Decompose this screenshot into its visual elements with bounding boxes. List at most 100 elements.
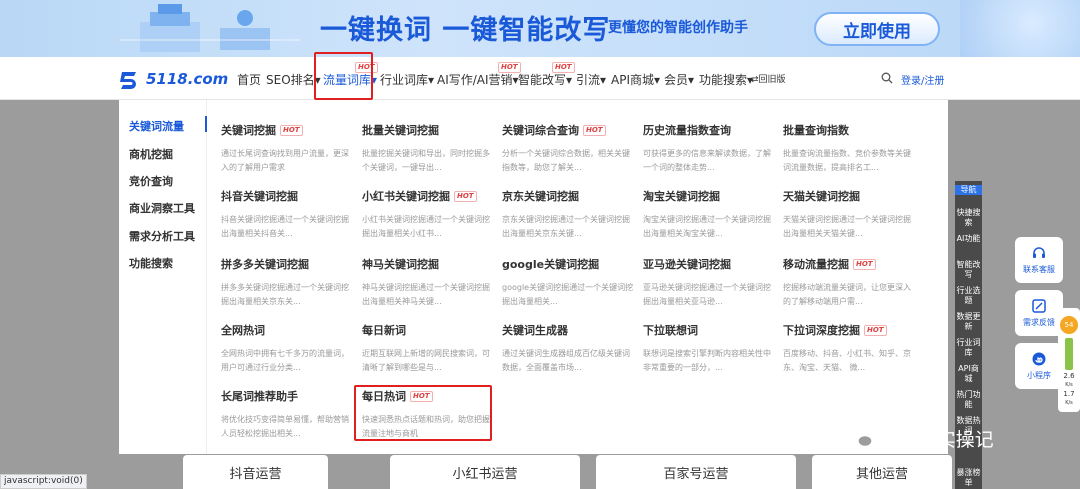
tab-other-ops[interactable]: 其他运营 bbox=[812, 455, 952, 489]
sidebar-item-business-insight[interactable]: 商业洞察工具 bbox=[129, 200, 195, 216]
nav-membership[interactable]: 会员▾ bbox=[664, 71, 694, 88]
hot-badge: HOT bbox=[454, 190, 477, 202]
tool-card[interactable]: google关键词挖掘 google关键词挖掘通过一个关键词挖掘出海量相关... bbox=[502, 256, 634, 309]
rail-item-surge[interactable]: 暴涨榜单 bbox=[955, 468, 982, 488]
rail-item-industry[interactable]: 行业词库 bbox=[955, 338, 982, 358]
mini-program-button[interactable]: 小程序 bbox=[1015, 343, 1063, 389]
tool-title: 批量关键词挖掘 bbox=[362, 124, 439, 137]
nav-home[interactable]: 首页 bbox=[237, 71, 261, 88]
rail-item-nav[interactable]: 导航 bbox=[955, 185, 982, 195]
sidebar-item-feature-search[interactable]: 功能搜索 bbox=[129, 255, 173, 271]
traffic-keywords-dropdown: 关键词流量 商机挖掘 竞价查询 商业洞察工具 需求分析工具 功能搜索 关键词挖掘… bbox=[119, 100, 948, 454]
hot-badge: HOT bbox=[583, 124, 606, 136]
nav-api-mall[interactable]: API商城▾ bbox=[611, 71, 660, 88]
highlight-box-nav bbox=[314, 52, 373, 100]
tool-card[interactable]: 下拉词深度挖掘 HOT 百度移动、抖音、小红书、知乎、京东、淘宝、天猫、 微... bbox=[783, 322, 915, 375]
hot-badge: HOT bbox=[280, 124, 303, 136]
tool-title: 拼多多关键词挖掘 bbox=[221, 258, 309, 271]
tool-card[interactable]: 天猫关键词挖掘 天猫关键词挖掘通过一个关键词挖掘出海量相关天猫关键... bbox=[783, 188, 915, 241]
service-label: 联系客服 bbox=[1023, 265, 1055, 274]
site-logo[interactable]: 5118.com bbox=[118, 67, 228, 91]
tool-desc: 亚马逊关键词挖掘通过一个关键词挖掘出海量相关亚马逊... bbox=[643, 283, 771, 306]
nav-old-version[interactable]: ⇄回旧版 bbox=[751, 72, 786, 85]
nav-seo-rank[interactable]: SEO排名▾ bbox=[266, 71, 321, 88]
tool-desc: 挖掘移动端流量关键词，让您更深入的了解移动端用户需... bbox=[783, 283, 911, 306]
sidebar-item-opportunity-mining[interactable]: 商机挖掘 bbox=[129, 146, 173, 162]
download-speed: 1.7 bbox=[1063, 390, 1075, 398]
rail-item-api[interactable]: API商城 bbox=[955, 364, 982, 384]
tool-desc: 批量查询流量指数、竞价参数等关键词流量数据，提高排名工... bbox=[783, 149, 911, 172]
tool-desc: 京东关键词挖掘通过一个关键词挖掘出海量相关京东关键... bbox=[502, 215, 630, 238]
tool-title: 京东关键词挖掘 bbox=[502, 190, 579, 203]
tool-card[interactable]: 历史流量指数查询 可获得更多的信息来解读数据，了解一个词的整体走势... bbox=[643, 122, 775, 175]
feedback-button[interactable]: 需求反馈 bbox=[1015, 290, 1063, 336]
tool-title: 下拉联想词 bbox=[643, 324, 698, 337]
tool-desc: 近期互联网上新增的网民搜索词，可清晰了解到哪些是与... bbox=[362, 349, 490, 372]
wechat-watermark: 赤辰AI实操记 bbox=[848, 425, 994, 452]
use-now-button[interactable]: 立即使用 bbox=[814, 12, 940, 46]
nav-feature-search[interactable]: 功能搜索▾ bbox=[699, 71, 753, 88]
tool-card[interactable]: 关键词综合查询 HOT 分析一个关键词综合数据，相关关键指数等，助您了解关... bbox=[502, 122, 634, 175]
tool-title: 长尾词推荐助手 bbox=[221, 390, 298, 403]
tool-card[interactable]: 关键词生成器 通过关键词生成器组成百亿级关键词数据，全面覆盖市场... bbox=[502, 322, 634, 375]
tool-title: 亚马逊关键词挖掘 bbox=[643, 258, 731, 271]
watermark-text: 赤辰AI实操记 bbox=[880, 429, 994, 451]
logo-text: 5118.com bbox=[146, 70, 229, 88]
tool-card[interactable]: 关键词挖掘 HOT 通过长尾词查询找到用户流量，更深入的了解用户需求 bbox=[221, 122, 353, 175]
sidebar-item-bid-query[interactable]: 竞价查询 bbox=[129, 173, 173, 189]
speed-percent: 54 bbox=[1060, 316, 1078, 334]
tool-desc: 将优化技巧变得简单易懂，帮助营销人员轻松挖掘出相关... bbox=[221, 415, 349, 438]
promo-banner[interactable]: 一键换词 一键智能改写 更懂您的智能创作助手 立即使用 bbox=[0, 0, 1080, 57]
logo-mark-icon bbox=[120, 72, 136, 89]
rail-item-topics[interactable]: 行业选题 bbox=[955, 286, 982, 306]
miniprogram-icon bbox=[1032, 352, 1046, 366]
feedback-icon bbox=[1032, 299, 1046, 313]
nav-smart-rewrite[interactable]: 智能改写▾ bbox=[518, 71, 572, 88]
tool-card[interactable]: 抖音关键词挖掘 抖音关键词挖掘通过一个关键词挖掘出海量相关抖音关... bbox=[221, 188, 353, 241]
tab-douyin-ops[interactable]: 抖音运营 bbox=[183, 455, 328, 489]
tool-card[interactable]: 下拉联想词 联想词是搜索引擎判断内容相关性中非常重要的一部分，... bbox=[643, 322, 775, 375]
tool-title: 每日新词 bbox=[362, 324, 406, 337]
tool-card[interactable]: 移动流量挖掘 HOT 挖掘移动端流量关键词，让您更深入的了解移动端用户需... bbox=[783, 256, 915, 309]
tool-card[interactable]: 每日新词 近期互联网上新增的网民搜索词，可清晰了解到哪些是与... bbox=[362, 322, 494, 375]
rail-item-rewrite[interactable]: 智能改写 bbox=[955, 260, 982, 280]
tool-desc: 分析一个关键词综合数据，相关关键指数等，助您了解关... bbox=[502, 149, 630, 172]
tool-card[interactable]: 批量查询指数 批量查询流量指数、竞价参数等关键词流量数据，提高排名工... bbox=[783, 122, 915, 175]
rail-item-updates[interactable]: 数据更新 bbox=[955, 312, 982, 332]
tool-card[interactable]: 京东关键词挖掘 京东关键词挖掘通过一个关键词挖掘出海量相关京东关键... bbox=[502, 188, 634, 241]
highlight-box-daily-hot bbox=[354, 385, 492, 441]
customer-service-button[interactable]: 联系客服 bbox=[1015, 237, 1063, 283]
sidebar-active-indicator bbox=[205, 116, 207, 132]
tool-title: 移动流量挖掘 bbox=[783, 258, 849, 271]
tool-card[interactable]: 全网热词 全网热词中拥有七千多万的流量词，用户可通过行业分类... bbox=[221, 322, 353, 375]
tool-title: 关键词综合查询 bbox=[502, 124, 579, 137]
tool-title: 天猫关键词挖掘 bbox=[783, 190, 860, 203]
nav-ai-writing[interactable]: AI写作/AI营销▾ bbox=[437, 71, 519, 88]
banner-slogan: 一键换词 一键智能改写 bbox=[320, 15, 611, 46]
tool-desc: 批量挖掘关键词和导出，同时挖掘多个关键词，一键导出... bbox=[362, 149, 490, 172]
nav-traffic-drive[interactable]: 引流▾ bbox=[576, 71, 606, 88]
banner-decoration bbox=[960, 0, 1080, 57]
tool-card[interactable]: 长尾词推荐助手 将优化技巧变得简单易懂，帮助营销人员轻松挖掘出相关... bbox=[221, 388, 353, 441]
tool-card[interactable]: 淘宝关键词挖掘 淘宝关键词挖掘通过一个关键词挖掘出海量相关淘宝关键... bbox=[643, 188, 775, 241]
sidebar-item-demand-analysis[interactable]: 需求分析工具 bbox=[129, 228, 195, 244]
rail-item-popular[interactable]: 热门功能 bbox=[955, 390, 982, 410]
tool-desc: 天猫关键词挖掘通过一个关键词挖掘出海量相关天猫关键... bbox=[783, 215, 911, 238]
tool-title: 抖音关键词挖掘 bbox=[221, 190, 298, 203]
search-icon[interactable] bbox=[881, 72, 893, 84]
rail-item-ai[interactable]: AI功能 bbox=[955, 234, 982, 244]
tool-card[interactable]: 小红书关键词挖掘 HOT 小红书关键词挖掘通过一个关键词挖掘出海量相关小红书... bbox=[362, 188, 494, 241]
tool-desc: 通过长尾词查询找到用户流量，更深入的了解用户需求 bbox=[221, 149, 349, 172]
rail-item-quick-search[interactable]: 快捷搜索 bbox=[955, 208, 982, 228]
tool-card[interactable]: 神马关键词挖掘 神马关键词挖掘通过一个关键词挖掘出海量相关神马关键... bbox=[362, 256, 494, 309]
tool-title: 小红书关键词挖掘 bbox=[362, 190, 450, 203]
login-register-link[interactable]: 登录/注册 bbox=[901, 72, 944, 87]
tab-xiaohongshu-ops[interactable]: 小红书运营 bbox=[390, 455, 580, 489]
tool-card[interactable]: 批量关键词挖掘 批量挖掘关键词和导出，同时挖掘多个关键词，一键导出... bbox=[362, 122, 494, 175]
sidebar-item-keyword-traffic[interactable]: 关键词流量 bbox=[129, 118, 184, 134]
tab-baijiahao-ops[interactable]: 百家号运营 bbox=[596, 455, 796, 489]
tool-card[interactable]: 亚马逊关键词挖掘 亚马逊关键词挖掘通过一个关键词挖掘出海量相关亚马逊... bbox=[643, 256, 775, 309]
nav-industry-keywords[interactable]: 行业词库▾ bbox=[380, 71, 434, 88]
speed-unit: K/s bbox=[1065, 382, 1073, 388]
tool-card[interactable]: 拼多多关键词挖掘 拼多多关键词挖掘通过一个关键词挖掘出海量相关京东关... bbox=[221, 256, 353, 309]
